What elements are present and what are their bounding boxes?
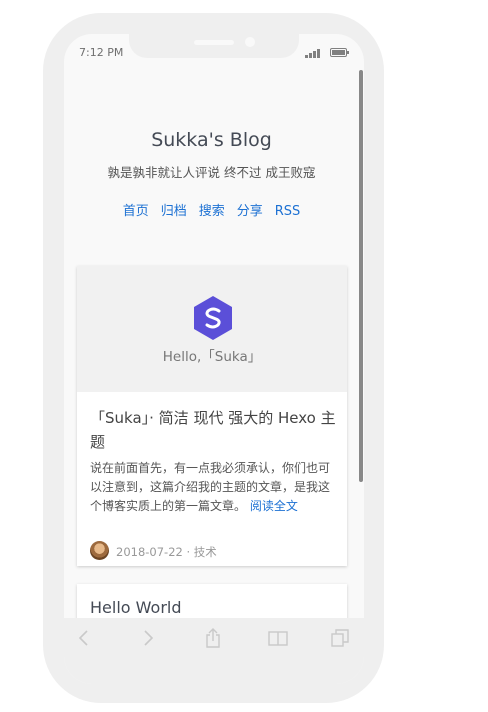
back-icon[interactable] (74, 628, 94, 648)
scrollbar[interactable] (359, 70, 363, 482)
status-time: 7:12 PM (79, 46, 124, 59)
post-banner[interactable]: Hello,「Suka」 (77, 266, 347, 392)
post-meta: 2018-07-22 · 技术 (116, 545, 217, 559)
banner-caption: Hello,「Suka」 (162, 349, 262, 365)
tabs-icon[interactable] (330, 628, 350, 648)
post-card: Hello,「Suka」 「Suka」· 简洁 现代 强大的 Hexo 主题 说… (77, 266, 347, 566)
post-title[interactable]: Hello World (90, 598, 182, 617)
signal-icon (305, 48, 323, 58)
read-more-link[interactable]: 阅读全文 (250, 499, 298, 513)
nav-archive[interactable]: 归档 (161, 204, 187, 219)
forward-icon[interactable] (138, 628, 158, 648)
author-avatar (90, 541, 109, 560)
browser-toolbar (64, 618, 364, 684)
nav-share[interactable]: 分享 (237, 204, 263, 219)
phone-screen: 7:12 PM Sukka's Blog 孰是孰非就让人评说 终不过 成王败寇 … (64, 34, 364, 684)
post-excerpt: 说在前面首先，有一点我必须承认，你们也可以注意到，这篇介绍我的主题的文章，是我这… (90, 459, 338, 516)
share-icon[interactable] (203, 628, 223, 648)
blog-subtitle: 孰是孰非就让人评说 终不过 成王败寇 (107, 165, 316, 180)
phone-notch (129, 34, 299, 58)
speaker (194, 40, 234, 45)
suka-logo-icon (194, 296, 232, 340)
main-nav: 首页 归档 搜索 分享 RSS (64, 200, 359, 219)
nav-search[interactable]: 搜索 (199, 204, 225, 219)
bookmarks-icon[interactable] (268, 628, 288, 648)
camera (245, 37, 255, 47)
nav-rss[interactable]: RSS (275, 204, 301, 219)
battery-icon (330, 48, 349, 57)
nav-home[interactable]: 首页 (123, 204, 149, 219)
blog-title[interactable]: Sukka's Blog (64, 129, 359, 151)
post-title[interactable]: 「Suka」· 简洁 现代 强大的 Hexo 主题 (90, 406, 338, 454)
